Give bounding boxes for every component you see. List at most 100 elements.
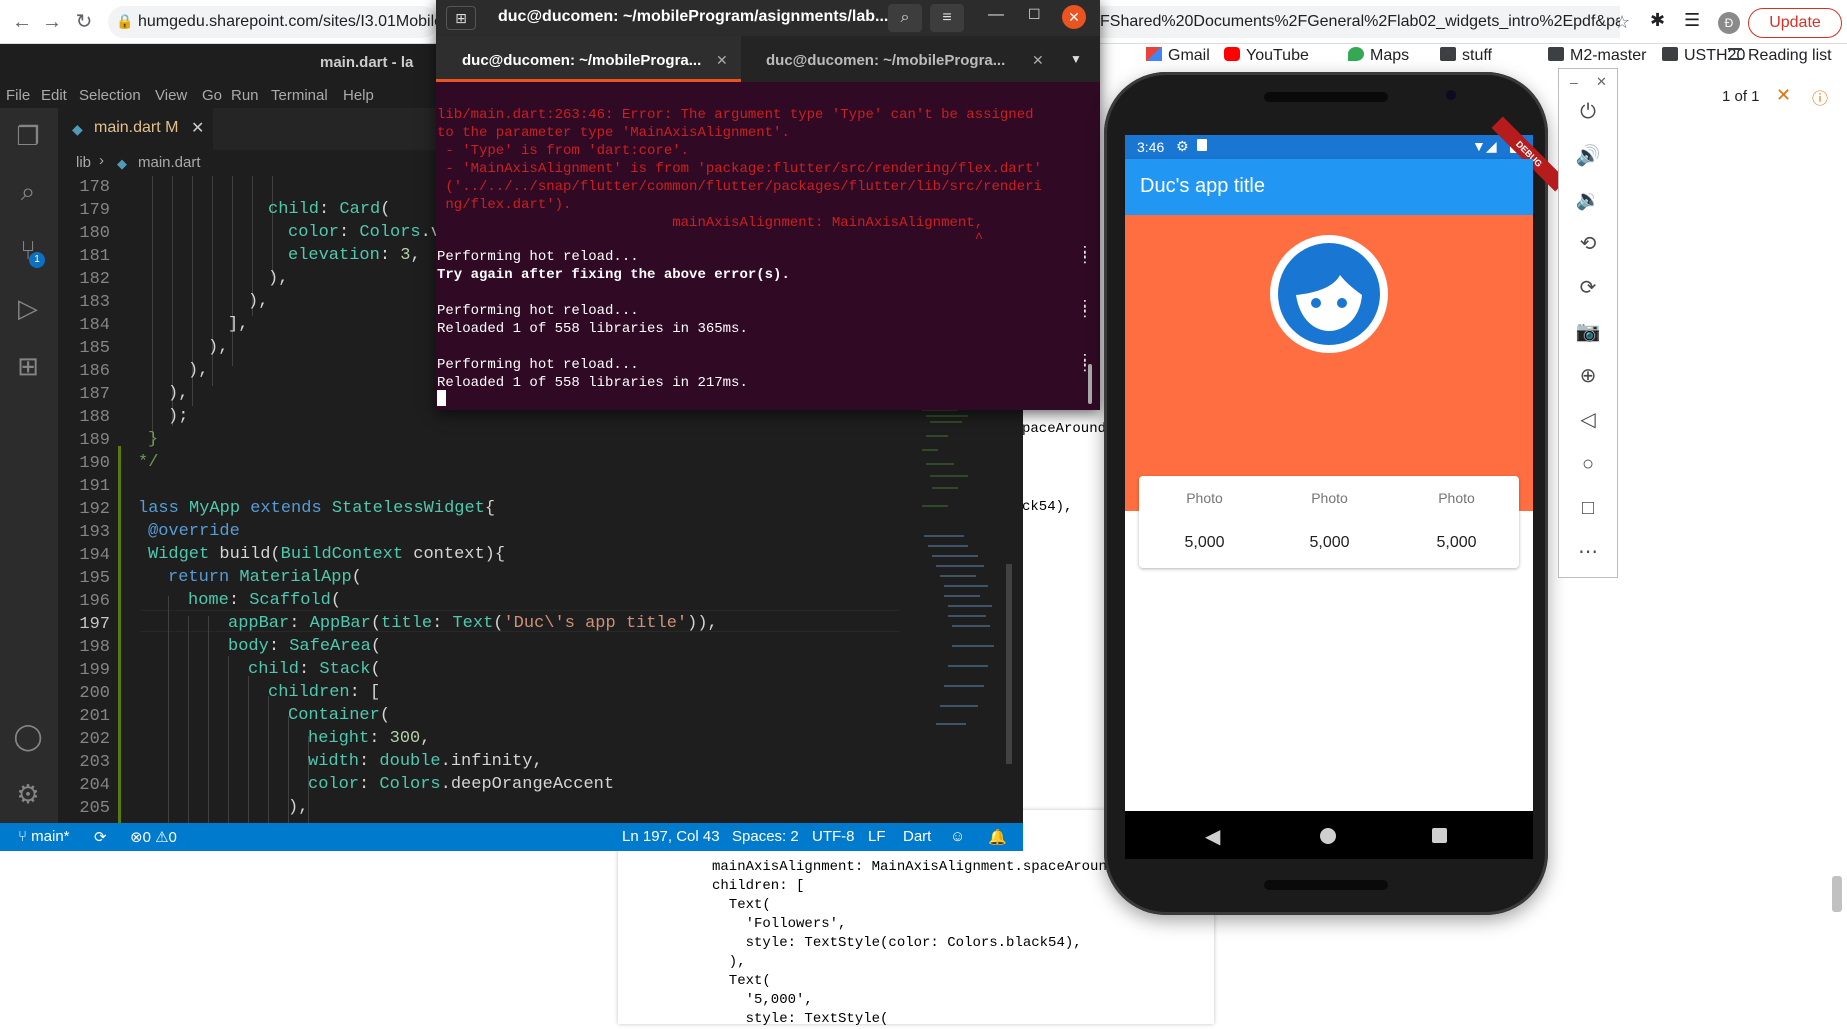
- code-line[interactable]: return MaterialApp(: [168, 568, 362, 587]
- extensions-icon[interactable]: ⊞: [12, 350, 44, 382]
- profile-avatar[interactable]: Đ: [1718, 12, 1740, 34]
- run-debug-icon[interactable]: ▷: [12, 292, 44, 324]
- star-icon[interactable]: ☆: [1614, 12, 1630, 33]
- code-line[interactable]: lass MyApp extends StatelessWidget{: [138, 499, 495, 518]
- code-line[interactable]: ],: [228, 315, 248, 334]
- code-line[interactable]: ),: [208, 338, 228, 357]
- back-icon[interactable]: ◁: [1574, 406, 1602, 434]
- line-ending[interactable]: LF: [868, 828, 886, 845]
- more-icon[interactable]: ⋯: [1574, 538, 1602, 566]
- code-line[interactable]: }: [148, 430, 158, 449]
- branch-indicator[interactable]: ⑂ main*: [18, 828, 70, 845]
- lock-icon[interactable]: 🔒: [116, 13, 133, 30]
- close-icon[interactable]: ✕: [191, 118, 204, 138]
- home-icon[interactable]: ○: [1574, 450, 1602, 478]
- code-line[interactable]: body: SafeArea(: [228, 637, 381, 656]
- code-line[interactable]: elevation: 3,: [288, 246, 421, 265]
- hamburger-menu-icon[interactable]: ≡: [930, 4, 964, 32]
- code-line[interactable]: home: Scaffold(: [188, 591, 341, 610]
- close-icon[interactable]: ✕: [1596, 74, 1607, 90]
- reload-icon[interactable]: ↻: [72, 10, 96, 34]
- code-line[interactable]: ),: [188, 361, 208, 380]
- explorer-icon[interactable]: ❐: [12, 120, 44, 152]
- minimap[interactable]: [918, 406, 1008, 746]
- info-icon[interactable]: ⓘ: [1812, 85, 1828, 109]
- bookmark-folder-stuff[interactable]: stuff: [1440, 47, 1492, 65]
- problems-indicator[interactable]: ⊗0 ⚠0: [130, 828, 177, 846]
- cursor-position[interactable]: Ln 197, Col 43: [622, 828, 720, 845]
- code-line[interactable]: child: Stack(: [248, 660, 381, 679]
- breadcrumb-file[interactable]: main.dart: [138, 154, 201, 171]
- menu-go[interactable]: Go: [202, 87, 222, 104]
- search-icon[interactable]: ⌕: [888, 4, 922, 32]
- overview-icon[interactable]: □: [1574, 494, 1602, 522]
- settings-gear-icon[interactable]: ⚙: [12, 778, 44, 810]
- camera-icon[interactable]: 📷: [1574, 318, 1602, 346]
- nav-back-icon[interactable]: ◀: [1205, 824, 1220, 849]
- code-line[interactable]: ),: [168, 384, 188, 403]
- update-button[interactable]: Update: [1748, 8, 1842, 38]
- menu-help[interactable]: Help: [343, 87, 374, 104]
- zoom-icon[interactable]: ⊕: [1574, 362, 1602, 390]
- drag-handle-icon[interactable]: ⋮ ⋮: [1078, 244, 1092, 264]
- code-line[interactable]: @override: [148, 522, 240, 541]
- code-line[interactable]: ),: [248, 292, 268, 311]
- minimize-icon[interactable]: —: [988, 6, 1004, 24]
- feedback-icon[interactable]: ☺: [950, 828, 965, 845]
- code-line[interactable]: );: [168, 407, 188, 426]
- menu-terminal[interactable]: Terminal: [271, 87, 328, 104]
- menu-edit[interactable]: Edit: [41, 87, 67, 104]
- nav-home-icon[interactable]: [1320, 828, 1336, 844]
- editor-scrollbar[interactable]: [1006, 564, 1012, 764]
- code-line[interactable]: child: Card(: [268, 200, 390, 219]
- search-icon[interactable]: ⌕: [12, 175, 44, 207]
- chevron-down-icon[interactable]: ▼: [1070, 52, 1082, 66]
- pdf-scrollbar[interactable]: [1832, 876, 1842, 912]
- bookmark-folder-m2[interactable]: M2-master: [1548, 47, 1646, 65]
- code-line[interactable]: Container(: [288, 706, 390, 725]
- code-line[interactable]: */: [138, 453, 158, 472]
- bookmark-gmail[interactable]: Gmail: [1146, 47, 1210, 65]
- back-arrow-icon[interactable]: ←: [10, 10, 34, 34]
- account-icon[interactable]: ◯: [12, 720, 44, 752]
- reading-list-button[interactable]: Reading list: [1728, 47, 1832, 65]
- bookmark-maps[interactable]: Maps: [1348, 47, 1409, 65]
- address-bar[interactable]: humgedu.sharepoint.com/sites/I3.01Mobile…: [108, 6, 438, 38]
- terminal-tab-label[interactable]: duc@ducomen: ~/mobileProgra...: [766, 52, 1005, 69]
- menu-file[interactable]: File: [6, 87, 30, 104]
- rotate-left-icon[interactable]: ⟲: [1574, 230, 1602, 258]
- code-line[interactable]: color: Colors.deepOrangeAccent: [308, 775, 614, 794]
- minimize-icon[interactable]: –: [1570, 74, 1578, 90]
- notifications-bell-icon[interactable]: 🔔: [988, 828, 1007, 846]
- terminal-scrollbar[interactable]: [1088, 364, 1092, 404]
- volume-up-icon[interactable]: 🔊: [1574, 142, 1602, 170]
- code-line[interactable]: Widget build(BuildContext context){: [148, 545, 505, 564]
- drag-handle-icon[interactable]: ⋮ ⋮: [1078, 298, 1092, 318]
- maximize-icon[interactable]: ☐: [1028, 6, 1041, 23]
- forward-arrow-icon[interactable]: →: [40, 10, 64, 34]
- code-line-current[interactable]: appBar: AppBar(title: Text('Duc\'s app t…: [228, 614, 718, 633]
- close-icon[interactable]: ✕: [1776, 85, 1791, 106]
- sync-icon[interactable]: ⟳: [94, 828, 107, 846]
- nav-recents-icon[interactable]: [1432, 828, 1447, 843]
- breadcrumb-folder[interactable]: lib: [76, 154, 91, 171]
- power-icon[interactable]: ⏻: [1574, 98, 1602, 126]
- code-line[interactable]: ),: [268, 269, 288, 288]
- menu-run[interactable]: Run: [231, 87, 259, 104]
- new-tab-icon[interactable]: ⊞: [446, 6, 476, 30]
- rotate-right-icon[interactable]: ⟳: [1574, 274, 1602, 302]
- close-icon[interactable]: ✕: [1062, 5, 1086, 29]
- extensions-icon[interactable]: ✱: [1650, 10, 1665, 31]
- language-mode[interactable]: Dart: [903, 828, 931, 845]
- menu-selection[interactable]: Selection: [79, 87, 141, 104]
- code-line[interactable]: color: Colors.v: [288, 223, 441, 242]
- code-line[interactable]: width: double.infinity,: [308, 752, 543, 771]
- code-line[interactable]: children: [: [268, 683, 380, 702]
- indentation[interactable]: Spaces: 2: [732, 828, 799, 845]
- code-line[interactable]: height: 300,: [308, 729, 430, 748]
- media-queue-icon[interactable]: ☰: [1684, 10, 1700, 31]
- bookmark-youtube[interactable]: YouTube: [1224, 47, 1309, 65]
- menu-view[interactable]: View: [155, 87, 187, 104]
- code-line[interactable]: ),: [288, 798, 308, 817]
- encoding[interactable]: UTF-8: [812, 828, 855, 845]
